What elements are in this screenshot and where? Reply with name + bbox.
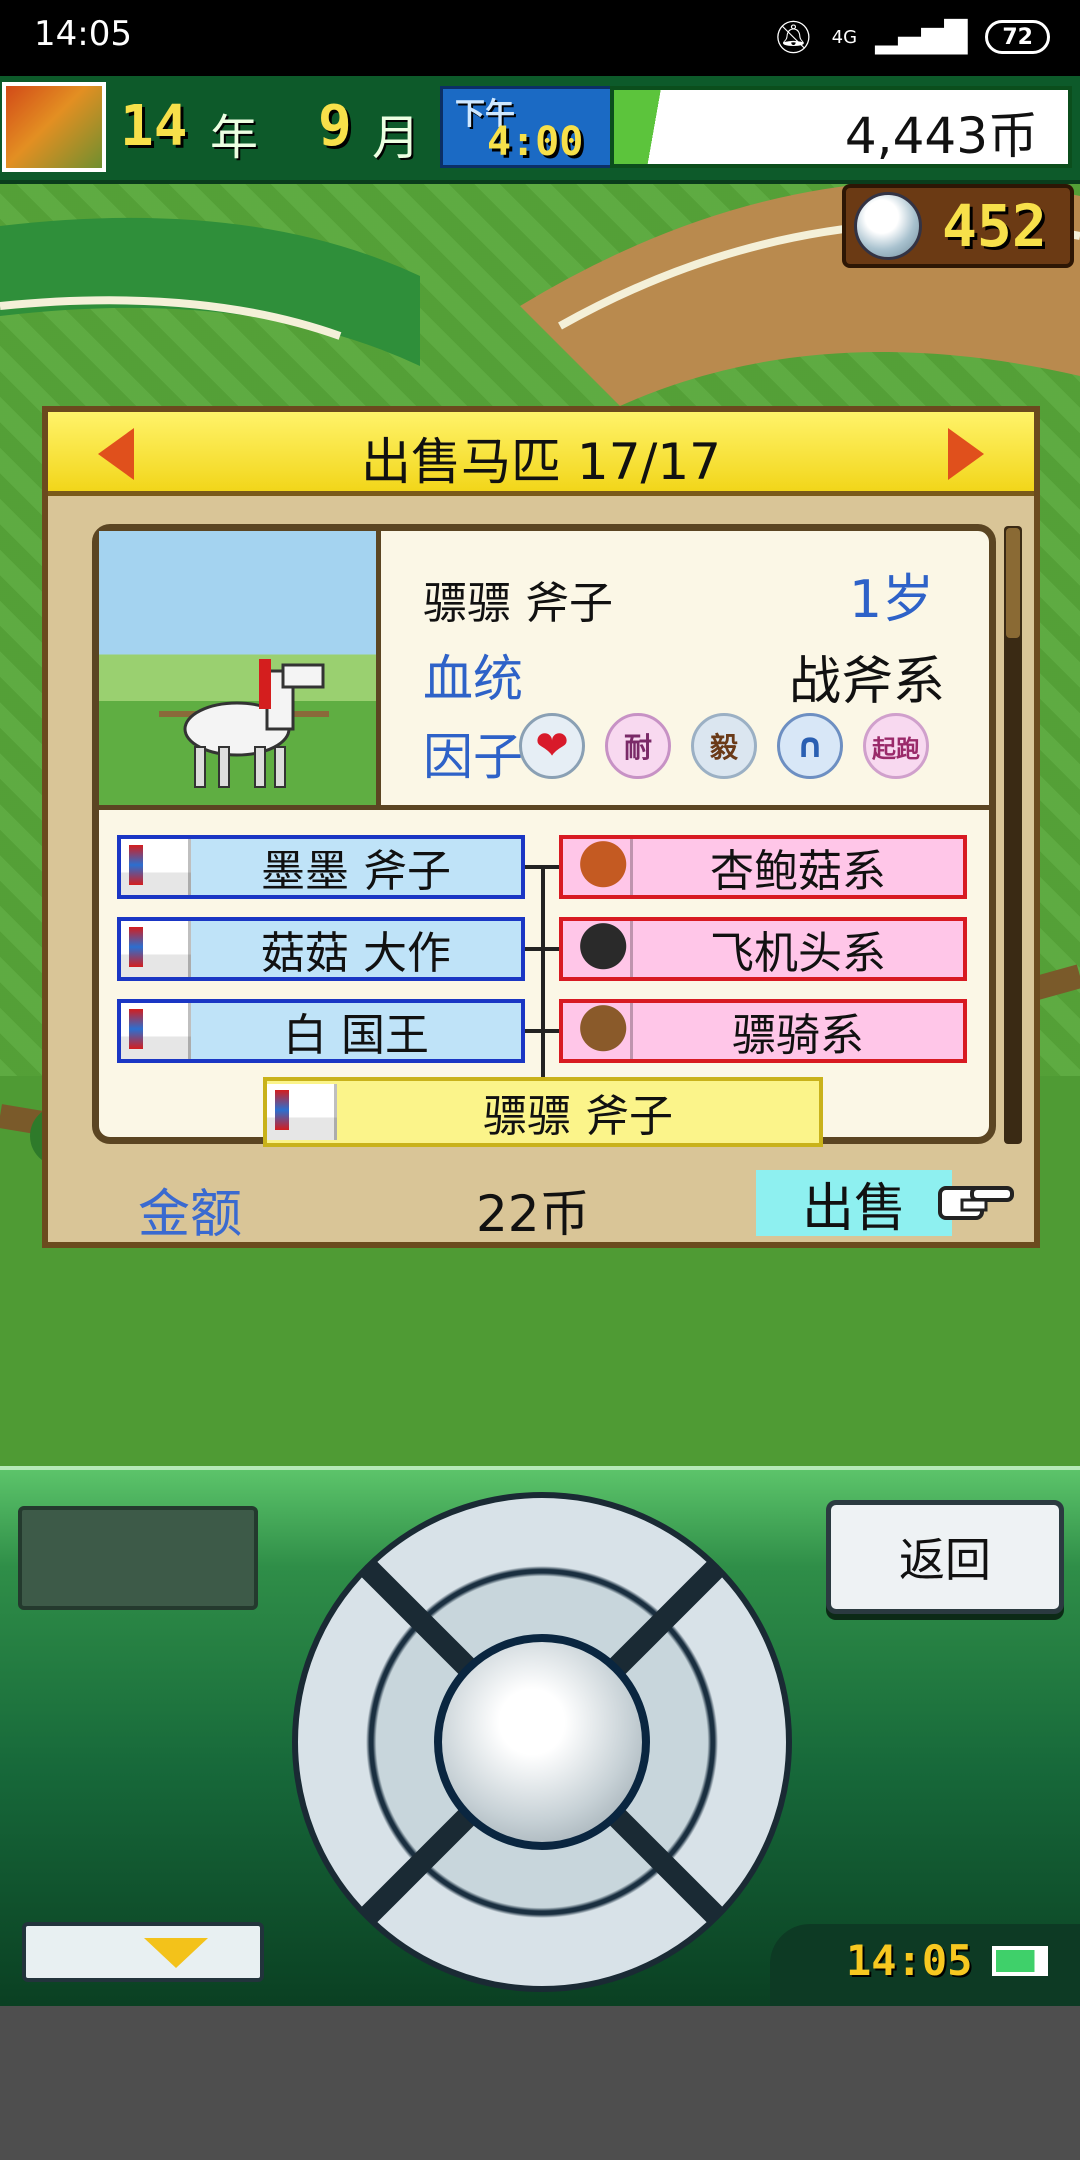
pedigree-connector [525,1029,559,1033]
sire-entry[interactable]: 菇菇 大作 [117,917,525,981]
factor-heart-icon: ❤ [519,713,585,779]
factor-start-icon: 起跑 [863,713,929,779]
white-horse-icon [121,921,191,977]
signal-icon: ▂▄▆█ [875,19,968,55]
dam-line: 杏鲍菇系 [710,846,886,897]
back-button[interactable]: 返回 [826,1500,1064,1614]
confirm-button[interactable] [434,1634,650,1850]
white-horse-icon [121,839,191,895]
dam-entry[interactable]: 飞机头系 [559,917,967,981]
white-horse-icon [267,1084,337,1140]
sire-name: 墨墨 斧子 [261,846,451,897]
pedigree-connector [541,867,545,1077]
month-value: 9 [318,94,352,159]
dam-line: 骠骑系 [732,1010,864,1061]
factor-tenacity-icon: 毅 [691,713,757,779]
pedigree-connector [525,865,559,869]
bottom-area [0,2006,1080,2160]
dam-line: 飞机头系 [710,928,886,979]
battery-icon: 72 [985,20,1050,54]
black-horse-icon [563,921,633,977]
divider [99,805,989,810]
sell-button[interactable]: 出售 [756,1170,952,1239]
self-name: 骠骠 斧子 [483,1091,673,1142]
factor-stamina-icon: 耐 [605,713,671,779]
price-label: 金额 [138,1185,243,1245]
dam-entry[interactable]: 骠骑系 [559,999,967,1063]
factor-horseshoe-icon: ∩ [777,713,843,779]
horse-card: 骠骠 斧子 1岁 血统 战斧系 因子 ❤ 耐 毅 ∩ 起跑 墨墨 斧子 菇菇 大… [92,524,996,1147]
status-time: 14:05 [34,14,132,54]
sire-name: 白 国王 [283,1010,429,1061]
scrollbar-thumb[interactable] [1006,528,1020,638]
bay-horse-icon [563,1003,633,1059]
year-unit: 年 [210,110,259,166]
pointing-hand-icon [938,1186,1014,1220]
white-horse-icon [159,659,329,788]
next-arrow-icon[interactable] [948,428,984,480]
horseshoe-medal-icon [854,192,922,260]
device-clock-box: 14:05 [770,1924,1080,2006]
sire-entry[interactable]: 墨墨 斧子 [117,835,525,899]
chevron-down-icon [144,1938,208,1968]
sell-horse-dialog: 出售马匹 17/17 骠骠 斧子 1岁 血统 战斧系 因子 ❤ 耐 毅 ∩ 起跑 [42,406,1040,1248]
battery-icon [992,1946,1048,1976]
lineage-label: 血统 [423,650,523,708]
self-entry[interactable]: 骠骠 斧子 [263,1077,823,1147]
game-clock: 4:00 [487,119,584,165]
month-unit: 月 [372,110,421,166]
network-label: 4G [831,26,858,48]
pedigree-connector [525,947,559,951]
lineage-value: 战斧系 [789,652,946,712]
factor-label: 因子 [423,728,523,786]
status-bar: 14:05 🔕︎ 4G ▂▄▆█ 72 [0,0,1080,76]
battery-level: 72 [1002,24,1033,50]
time-of-day-box: 下午 4:00 [440,86,620,168]
dialog-title-bar: 出售马匹 17/17 [48,412,1034,496]
horse-age: 1岁 [849,570,935,630]
money-value: 4,443币 [844,107,1038,165]
device-clock: 14:05 [846,1936,973,1985]
horse-name: 骠骠 斧子 [423,578,613,629]
dialog-title: 出售马匹 17/17 [361,433,721,491]
price-value: 22币 [476,1185,590,1243]
money-box: 4,443币 [610,86,1072,168]
year-value: 14 [120,94,188,159]
medal-count: 452 [942,192,1047,260]
dam-entry[interactable]: 杏鲍菇系 [559,835,967,899]
sire-entry[interactable]: 白 国王 [117,999,525,1063]
menu-toggle-button[interactable] [22,1922,264,1982]
season-thumbnail[interactable] [2,82,106,172]
medal-box: 452 [842,184,1074,268]
white-horse-icon [121,1003,191,1059]
status-icons: 🔕︎ 4G ▂▄▆█ 72 [773,14,1050,60]
horse-portrait [99,531,381,805]
sire-name: 菇菇 大作 [261,928,451,979]
mute-icon: 🔕︎ [773,18,814,56]
chestnut-horse-icon [563,839,633,895]
mini-screen [18,1506,258,1610]
